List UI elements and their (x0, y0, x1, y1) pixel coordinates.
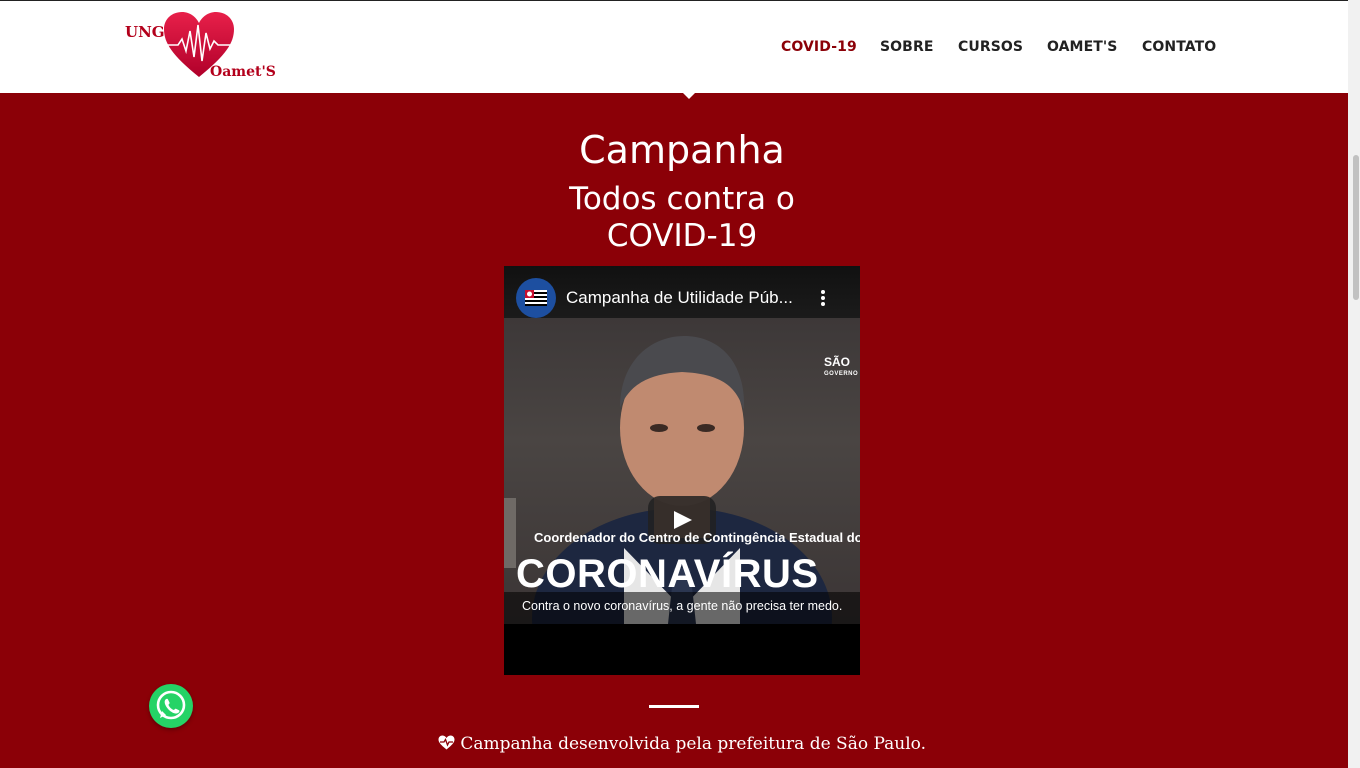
header-notch-decoration (678, 88, 700, 99)
nav-item-covid-19[interactable]: COVID-19 (781, 39, 857, 55)
brand-name: SÃO (824, 355, 851, 369)
video-top-bar: Campanha de Utilidade Púb... (504, 266, 860, 318)
brand-subtitle: GOVERNO (824, 371, 859, 377)
site-header: UNG Oamet'S COVID-19 SOBRE CURSOS OAMET'… (0, 0, 1348, 93)
logo-text-ung: UNG (125, 23, 165, 41)
page-scrollbar-track[interactable] (1348, 0, 1360, 768)
sao-paulo-government-badge: SÃO GOVERNO (824, 356, 858, 380)
video-title[interactable]: Campanha de Utilidade Púb... (566, 288, 793, 308)
campaign-footnote: Campanha desenvolvida pela prefeitura de… (0, 734, 1360, 754)
whatsapp-icon (156, 690, 186, 720)
video-lower-third: Coordenador do Centro de Contingência Es… (534, 530, 860, 545)
nav-item-sobre[interactable]: SOBRE (880, 39, 934, 55)
video-caption: Contra o novo coronavírus, a gente não p… (522, 599, 843, 613)
more-options-icon[interactable] (820, 290, 826, 310)
youtube-video-embed[interactable]: Campanha de Utilidade Púb... SÃO GOVERNO… (504, 266, 860, 675)
nav-item-cursos[interactable]: CURSOS (958, 39, 1023, 55)
whatsapp-button[interactable] (149, 684, 193, 728)
logo-text-oamets: Oamet'S (210, 64, 276, 80)
nav-item-oamets[interactable]: OAMET'S (1047, 39, 1117, 55)
sao-paulo-flag-icon (525, 290, 547, 306)
page-scrollbar-thumb[interactable] (1353, 155, 1359, 300)
nav-item-contato[interactable]: CONTATO (1142, 39, 1216, 55)
video-headline: CORONAVÍRUS (516, 552, 819, 596)
ung-oamets-logo[interactable]: UNG Oamet'S (124, 11, 276, 85)
heart-pulse-icon (438, 735, 455, 750)
section-divider (649, 705, 699, 708)
video-thumbnail[interactable]: SÃO GOVERNO Coordenador do Centro de Con… (504, 318, 860, 624)
channel-avatar[interactable] (516, 278, 556, 318)
page-subtitle: Todos contra o COVID-19 (569, 181, 795, 254)
page-title: Campanha (579, 128, 785, 172)
footnote-text: Campanha desenvolvida pela prefeitura de… (460, 734, 927, 754)
